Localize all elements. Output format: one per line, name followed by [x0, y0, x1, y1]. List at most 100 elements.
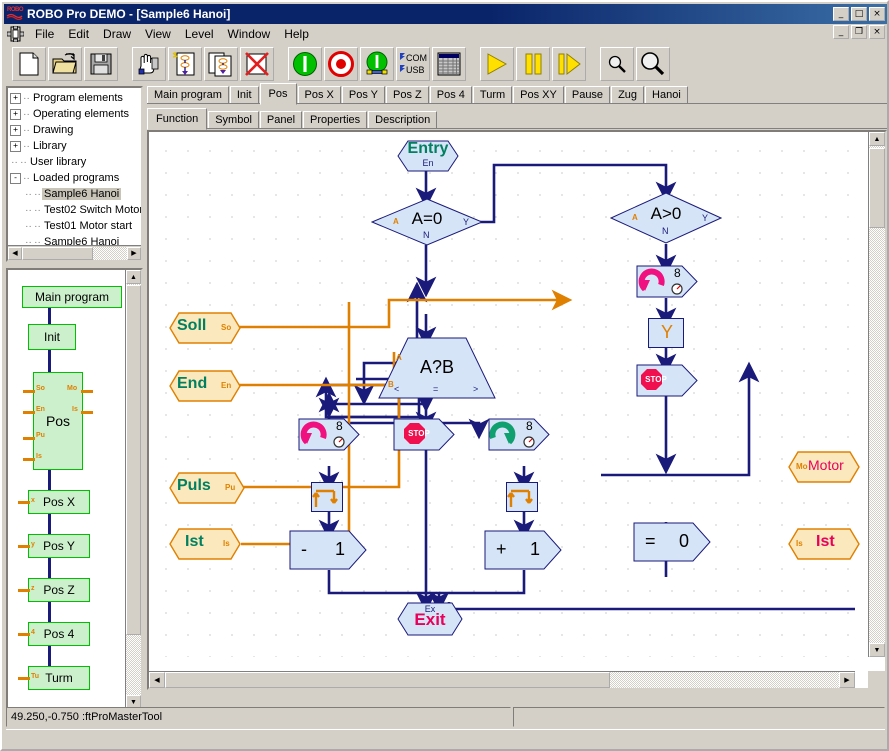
flow-motor-ccw-right[interactable]: 8: [636, 265, 698, 298]
tab-program-pause[interactable]: Pause: [564, 86, 611, 104]
tree-item-drawing[interactable]: + ·· Drawing: [10, 122, 141, 138]
save-file-button[interactable]: [84, 47, 118, 81]
menu-item-file[interactable]: File: [28, 25, 61, 43]
flow-motor-stop-right[interactable]: STOP: [636, 364, 698, 397]
tab-program-pos-y[interactable]: Pos Y: [341, 86, 386, 104]
menu-item-window[interactable]: Window: [221, 25, 278, 43]
canvas-horizontal-scroll-track[interactable]: [165, 672, 839, 688]
tree-scroll-right-arrow[interactable]: ▶: [127, 246, 141, 260]
tree-scroll-left-arrow[interactable]: ◀: [8, 246, 22, 260]
mdi-close-button[interactable]: ×: [869, 25, 885, 39]
tab-program-main-program[interactable]: Main program: [147, 86, 229, 104]
flow-comparator-a-b[interactable]: A?B A B < = >: [378, 337, 496, 399]
canvas-vertical-scrollbar[interactable]: ▲ ▼: [868, 132, 885, 657]
elements-scroll-thumb[interactable]: [126, 285, 141, 635]
flow-counter-increment[interactable]: + 1: [484, 530, 562, 570]
element-pos-x[interactable]: Pos X: [28, 490, 90, 514]
menu-item-help[interactable]: Help: [277, 25, 316, 43]
tree-item-sample6-hanoi[interactable]: ·· ·· Sample6 Hanoi: [10, 186, 141, 202]
tree-item-loaded-programs[interactable]: - ·· Loaded programs: [10, 170, 141, 186]
tab-program-zug[interactable]: Zug: [611, 86, 645, 104]
tree-scroll-track[interactable]: [22, 246, 127, 260]
stop-button[interactable]: [324, 47, 358, 81]
mdi-restore-button[interactable]: ❐: [851, 25, 867, 39]
flow-entry-node[interactable]: Entry En: [397, 140, 459, 172]
project-tree-panel[interactable]: + ·· Program elements + ·· Operating elements…: [6, 86, 143, 262]
tab-program-pos-z[interactable]: Pos Z: [386, 86, 429, 104]
tree-scroll-thumb[interactable]: [22, 246, 94, 260]
zoom-in-button[interactable]: [636, 47, 670, 81]
flow-motor-stop-middle[interactable]: STOP: [393, 418, 455, 451]
flow-wait-pulse-right[interactable]: [506, 482, 538, 512]
canvas-scroll-up-arrow[interactable]: ▲: [869, 132, 885, 146]
elements-vertical-scrollbar[interactable]: ▲ ▼: [125, 270, 141, 709]
com-usb-button[interactable]: COM USB: [396, 47, 430, 81]
tree-item-operating-elements[interactable]: + ·· Operating elements: [10, 106, 141, 122]
element-pos-y[interactable]: Pos Y: [28, 534, 90, 558]
flow-decision-a-equals-0[interactable]: A=0 A Y N: [370, 198, 484, 246]
flow-input-puls[interactable]: Puls Pu: [169, 472, 245, 504]
element-pos-4[interactable]: Pos 4: [28, 622, 90, 646]
tree-item-user-library[interactable]: ·· ·· User library: [10, 154, 141, 170]
flow-assign-zero[interactable]: = 0: [633, 522, 711, 562]
flow-output-motor[interactable]: Mo Motor: [788, 451, 860, 483]
tree-expand-icon[interactable]: +: [10, 108, 21, 120]
canvas-scroll-right-arrow[interactable]: ▶: [839, 672, 855, 688]
tab-program-pos-4[interactable]: Pos 4: [429, 86, 472, 104]
tree-expand-icon[interactable]: +: [10, 124, 21, 136]
menu-item-view[interactable]: View: [138, 25, 178, 43]
flow-input-soll[interactable]: Soll So: [169, 312, 241, 344]
tab-program-init[interactable]: Init: [229, 86, 259, 104]
tab-view-properties[interactable]: Properties: [303, 111, 368, 129]
tab-view-panel[interactable]: Panel: [259, 111, 303, 129]
select-tool-button[interactable]: [132, 47, 166, 81]
tab-program-pos[interactable]: Pos: [259, 83, 297, 105]
minimize-button[interactable]: _: [833, 7, 849, 21]
flow-input-end[interactable]: End En: [169, 370, 241, 402]
element-pos-z[interactable]: Pos Z: [28, 578, 90, 602]
element-init[interactable]: Init: [28, 324, 76, 350]
element-main-program[interactable]: Main program: [22, 286, 122, 308]
canvas-scroll-left-arrow[interactable]: ◀: [149, 672, 165, 688]
tab-view-function[interactable]: Function: [147, 108, 208, 130]
delete-subprogram-button[interactable]: [240, 47, 274, 81]
tree-item-library[interactable]: + ·· Library: [10, 138, 141, 154]
tree-item-test01-motor-start[interactable]: ·· ·· Test01 Motor start: [10, 218, 141, 234]
flow-branch-y[interactable]: Y: [648, 318, 684, 348]
canvas-horizontal-scroll-thumb[interactable]: [165, 672, 610, 688]
start-button[interactable]: [288, 47, 322, 81]
canvas-scroll-down-arrow[interactable]: ▼: [869, 643, 885, 657]
step-button[interactable]: [552, 47, 586, 81]
tree-expand-icon[interactable]: +: [10, 92, 21, 104]
mdi-minimize-button[interactable]: _: [833, 25, 849, 39]
test-interface-button[interactable]: [360, 47, 394, 81]
program-elements-panel[interactable]: Main program Init Pos So En Pu Is Mo Is: [6, 268, 143, 711]
tab-program-pos-x[interactable]: Pos X: [297, 86, 341, 104]
open-file-button[interactable]: [48, 47, 82, 81]
copy-subprogram-button[interactable]: [204, 47, 238, 81]
zoom-out-button[interactable]: [600, 47, 634, 81]
menu-item-level[interactable]: Level: [178, 25, 221, 43]
flow-motor-ccw-left[interactable]: 8: [298, 418, 360, 451]
flow-input-ist[interactable]: Ist Is: [169, 528, 241, 560]
elements-scroll-up-arrow[interactable]: ▲: [126, 270, 141, 284]
canvas-vertical-scroll-thumb[interactable]: [869, 148, 885, 228]
run-button[interactable]: [480, 47, 514, 81]
tree-item-test02-switch-motor[interactable]: ·· ·· Test02 Switch Motor: [10, 202, 141, 218]
flow-motor-cw-right[interactable]: 8: [488, 418, 550, 451]
document-control-icon[interactable]: [7, 25, 24, 42]
tab-view-symbol[interactable]: Symbol: [208, 111, 259, 129]
pause-button[interactable]: [516, 47, 550, 81]
flow-exit-node[interactable]: Ex Exit: [397, 602, 463, 636]
flow-wait-pulse-left[interactable]: [311, 482, 343, 512]
menu-item-edit[interactable]: Edit: [61, 25, 96, 43]
menu-item-draw[interactable]: Draw: [96, 25, 138, 43]
flow-counter-decrement[interactable]: - 1: [289, 530, 367, 570]
flow-output-ist[interactable]: Is Ist: [788, 528, 860, 560]
flowchart-canvas[interactable]: Entry En A=0 A Y N A>0 A Y N 8 Y STOP A?…: [147, 130, 887, 690]
close-button[interactable]: ×: [869, 7, 885, 21]
flow-decision-a-greater-0[interactable]: A>0 A Y N: [609, 192, 723, 244]
maximize-button[interactable]: □: [851, 7, 867, 21]
canvas-horizontal-scrollbar[interactable]: ◀ ▶: [149, 671, 855, 688]
tab-view-description[interactable]: Description: [368, 111, 438, 129]
